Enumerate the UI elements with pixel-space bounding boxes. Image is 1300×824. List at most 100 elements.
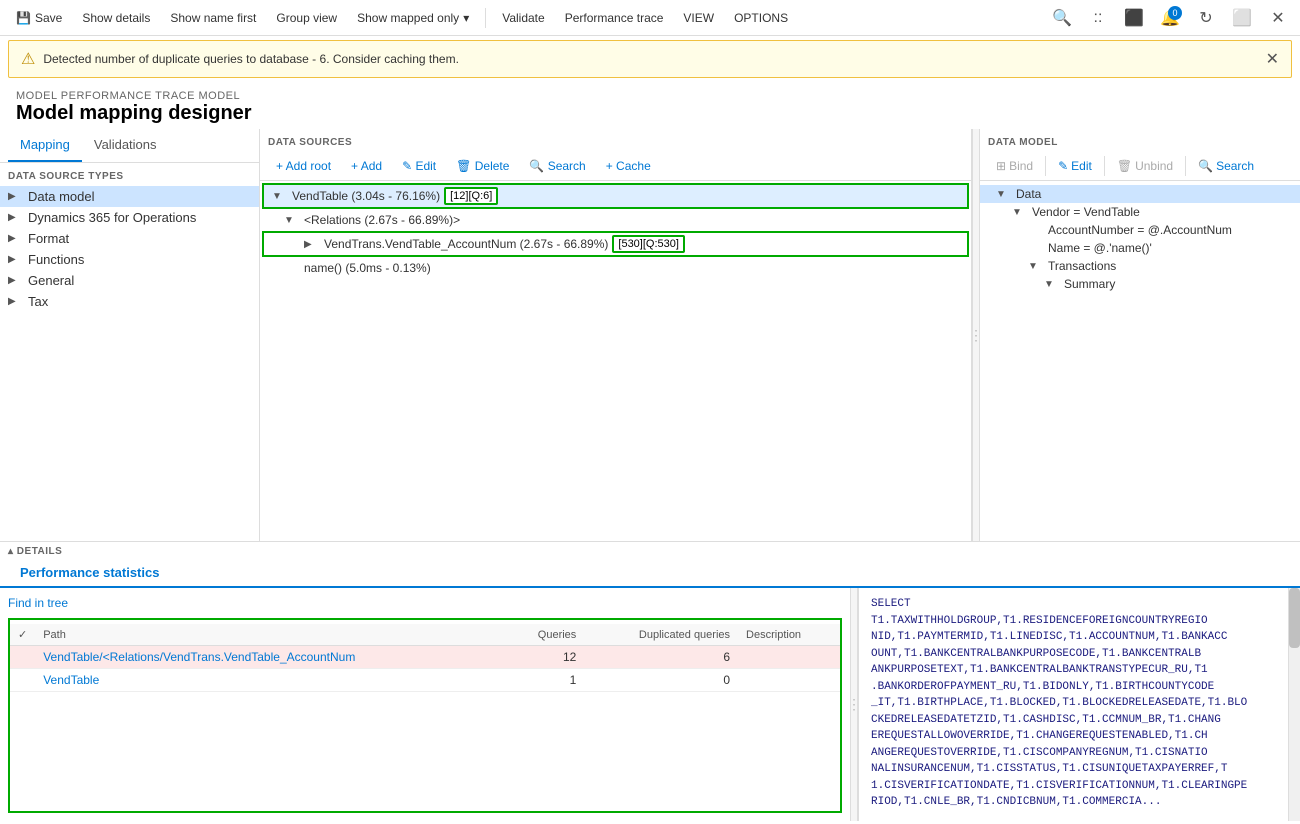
performance-trace-button[interactable]: Performance trace <box>557 7 672 29</box>
expand-arrow-icon: ▶ <box>8 275 24 286</box>
col-header-queries: Queries <box>506 624 584 646</box>
dropdown-arrow-icon: ▾ <box>463 11 469 25</box>
dm-item-label: AccountNumber = @.AccountNum <box>1048 223 1232 237</box>
expand-arrow-icon: ▼ <box>272 191 288 202</box>
sidebar-item-general[interactable]: ▶ General <box>0 270 259 291</box>
table-row[interactable]: VendTable/<Relations/VendTrans.VendTable… <box>10 646 840 669</box>
vendtrans-badge: [530][Q:530] <box>612 235 685 253</box>
edit-dm-button[interactable]: ✎ Edit <box>1050 156 1100 176</box>
vendtable-badge: [12][Q:6] <box>444 187 498 205</box>
warning-icon: ⚠ <box>21 49 35 69</box>
dm-item-label: Summary <box>1064 277 1115 291</box>
save-button[interactable]: 💾 Save <box>8 7 70 29</box>
ds-tree-item-vendtable[interactable]: ▼ VendTable (3.04s - 76.16%) [12][Q:6] <box>262 183 969 209</box>
group-view-button[interactable]: Group view <box>268 7 345 29</box>
apps-icon-button[interactable]: :: <box>1084 4 1112 32</box>
expand-arrow-icon: ▼ <box>1012 207 1028 218</box>
datasource-types-tree: ▶ Data model ▶ Dynamics 365 for Operatio… <box>0 186 259 541</box>
bottom-panel: ▴ DETAILS Performance statistics Find in… <box>0 541 1300 821</box>
ds-item-label: name() (5.0ms - 0.13%) <box>304 261 431 275</box>
refresh-button[interactable]: ↻ <box>1192 4 1220 32</box>
dm-item-label: Name = @.'name()' <box>1048 241 1152 255</box>
expand-arrow-icon: ▶ <box>8 254 24 265</box>
search-datasource-button[interactable]: 🔍 Search <box>521 156 593 176</box>
datasource-tree: ▼ VendTable (3.04s - 76.16%) [12][Q:6] ▼… <box>260 181 971 541</box>
sidebar-item-label: Data model <box>28 189 94 204</box>
cell-queries: 1 <box>506 669 584 692</box>
edit-icon: ✎ <box>1058 159 1068 173</box>
unbind-button[interactable]: 🗑 Unbind <box>1109 156 1181 176</box>
dm-item-vendor[interactable]: ▼ Vendor = VendTable <box>980 203 1300 221</box>
dm-item-summary[interactable]: ▼ Summary <box>980 275 1300 293</box>
scrollbar-thumb[interactable] <box>1289 588 1300 648</box>
ds-item-label: VendTrans.VendTable_AccountNum (2.67s - … <box>324 237 608 251</box>
sidebar-item-data-model[interactable]: ▶ Data model <box>0 186 259 207</box>
add-button[interactable]: + Add <box>343 156 390 176</box>
warning-banner: ⚠ Detected number of duplicate queries t… <box>8 40 1292 78</box>
data-model-label: DATA MODEL <box>980 129 1300 152</box>
dm-item-name[interactable]: Name = @.'name()' <box>980 239 1300 257</box>
sidebar-item-tax[interactable]: ▶ Tax <box>0 291 259 312</box>
ds-tree-item-relations[interactable]: ▼ <Relations (2.67s - 66.89%)> <box>260 211 971 229</box>
maximize-button[interactable]: ⬜ <box>1228 4 1256 32</box>
bind-icon: ⊞ <box>996 159 1006 173</box>
ds-item-label: VendTable (3.04s - 76.16%) <box>292 189 440 203</box>
expand-arrow-icon: ▼ <box>996 189 1012 200</box>
dm-item-label: Data <box>1016 187 1041 201</box>
bind-button[interactable]: ⊞ Bind <box>988 156 1041 176</box>
add-root-button[interactable]: + Add root <box>268 156 339 176</box>
ds-tree-item-name[interactable]: name() (5.0ms - 0.13%) <box>260 259 971 277</box>
search-button[interactable]: 🔍 <box>1048 4 1076 32</box>
search-dm-button[interactable]: 🔍 Search <box>1190 156 1262 176</box>
performance-table-wrapper: ✓ Path Queries Duplicated queries Descri… <box>8 618 842 813</box>
dm-item-data[interactable]: ▼ Data <box>980 185 1300 203</box>
sql-text: SELECT T1.TAXWITHHOLDGROUP,T1.RESIDENCEF… <box>871 596 1276 811</box>
table-row[interactable]: VendTable 1 0 <box>10 669 840 692</box>
cell-description <box>738 669 840 692</box>
toolbar-separator <box>1045 156 1046 176</box>
ds-tree-item-vendtrans[interactable]: ▶ VendTrans.VendTable_AccountNum (2.67s … <box>262 231 969 257</box>
main-toolbar: 💾 Save Show details Show name first Grou… <box>0 0 1300 36</box>
sidebar-item-label: Functions <box>28 252 84 267</box>
view-button[interactable]: VIEW <box>675 7 722 29</box>
dm-item-label: Transactions <box>1048 259 1116 273</box>
path-link[interactable]: VendTable/<Relations/VendTrans.VendTable… <box>43 650 355 664</box>
scrollbar-track[interactable] <box>1288 588 1300 821</box>
datasource-types-label: DATA SOURCE TYPES <box>0 163 259 186</box>
datasource-toolbar: + Add root + Add ✎ Edit 🗑 Delete 🔍 Searc… <box>260 152 971 181</box>
options-button[interactable]: OPTIONS <box>726 7 796 29</box>
tab-performance-statistics[interactable]: Performance statistics <box>8 559 171 588</box>
cache-button[interactable]: + Cache <box>598 156 659 176</box>
warning-close-button[interactable]: ✕ <box>1266 49 1279 69</box>
toolbar-separator <box>1185 156 1186 176</box>
sidebar-item-label: Format <box>28 231 69 246</box>
bottom-drag-handle[interactable] <box>850 588 858 821</box>
sidebar-item-functions[interactable]: ▶ Functions <box>0 249 259 270</box>
path-link[interactable]: VendTable <box>43 673 99 687</box>
edit-button[interactable]: ✎ Edit <box>394 156 444 176</box>
dm-item-accountnumber[interactable]: AccountNumber = @.AccountNum <box>980 221 1300 239</box>
drag-handle[interactable] <box>972 129 980 541</box>
tab-validations[interactable]: Validations <box>82 129 169 162</box>
left-tab-bar: Mapping Validations <box>0 129 259 163</box>
show-name-first-button[interactable]: Show name first <box>162 7 264 29</box>
page-header: MODEL PERFORMANCE TRACE MODEL Model mapp… <box>0 82 1300 129</box>
dm-item-transactions[interactable]: ▼ Transactions <box>980 257 1300 275</box>
show-details-button[interactable]: Show details <box>74 7 158 29</box>
sidebar-item-format[interactable]: ▶ Format <box>0 228 259 249</box>
expand-arrow-icon: ▶ <box>8 296 24 307</box>
find-in-tree-link[interactable]: Find in tree <box>8 592 842 614</box>
toolbar-separator <box>485 8 486 28</box>
validate-button[interactable]: Validate <box>494 7 552 29</box>
col-header-description: Description <box>738 624 840 646</box>
page-title: Model mapping designer <box>16 102 1284 125</box>
col-header-check: ✓ <box>10 624 35 646</box>
notification-button[interactable]: 🔔 0 <box>1156 4 1184 32</box>
sidebar-item-dynamics365[interactable]: ▶ Dynamics 365 for Operations <box>0 207 259 228</box>
cell-path: VendTable/<Relations/VendTrans.VendTable… <box>35 646 506 669</box>
close-button[interactable]: ✕ <box>1264 4 1292 32</box>
delete-button[interactable]: 🗑 Delete <box>448 156 517 176</box>
office-icon-button[interactable]: ⬛ <box>1120 4 1148 32</box>
show-mapped-only-button[interactable]: Show mapped only ▾ <box>349 7 477 29</box>
tab-mapping[interactable]: Mapping <box>8 129 82 162</box>
